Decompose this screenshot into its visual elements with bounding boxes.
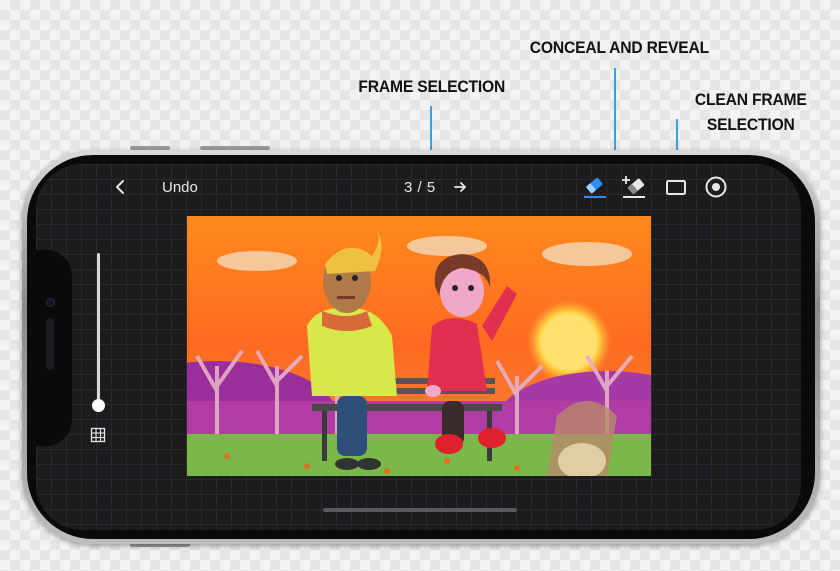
record-icon (705, 176, 727, 198)
record-button[interactable] (703, 175, 729, 199)
home-indicator (323, 508, 517, 512)
arrow-right-icon (454, 182, 466, 192)
callout-clean-frame-selection: CLEAN FRAME SELECTION (695, 87, 807, 137)
callout-clean-line1: CLEAN FRAME (694, 90, 807, 109)
earpiece-speaker (46, 318, 54, 370)
callout-clean-line2: SELECTION (706, 115, 795, 134)
conceal-tool-button[interactable] (582, 175, 608, 199)
onion-skin-slider-track[interactable] (97, 253, 100, 406)
reveal-tool-button[interactable] (621, 175, 647, 199)
back-button[interactable] (110, 176, 132, 198)
callout-conceal-reveal: CONCEAL AND REVEAL (529, 38, 709, 57)
undo-button[interactable]: Undo (162, 179, 198, 196)
frame-canvas[interactable] (187, 216, 651, 476)
rectangle-icon (666, 180, 686, 195)
eraser-icon (584, 177, 606, 198)
clay-scene-image (187, 216, 651, 476)
frame-counter[interactable]: 3 / 5 (404, 179, 436, 196)
next-frame-button[interactable] (452, 176, 468, 198)
clean-frame-button[interactable] (663, 175, 689, 199)
onion-skin-slider-knob[interactable] (92, 399, 105, 412)
add-eraser-icon (622, 176, 645, 198)
callout-frame-selection: FRAME SELECTION (358, 77, 506, 96)
grid-button[interactable] (90, 427, 106, 443)
grid-icon (90, 427, 106, 443)
chevron-left-icon (116, 180, 124, 194)
front-camera (46, 298, 55, 307)
notch (36, 250, 72, 446)
